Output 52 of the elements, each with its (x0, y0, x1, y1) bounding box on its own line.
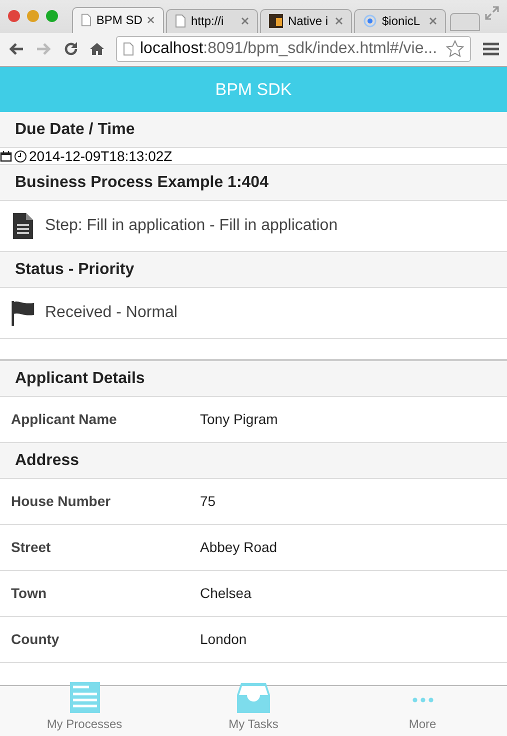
field-value: London (200, 630, 247, 649)
field-value: Abbey Road (200, 538, 278, 557)
app-logo-icon (269, 14, 283, 28)
field-value: Chelsea (200, 584, 252, 603)
close-icon[interactable] (429, 17, 437, 25)
timestamp-text: 2014-12-09T18:13:02Z (29, 146, 172, 166)
field-value: Tony Pigram (200, 410, 278, 429)
url-text: localhost:8091/bpm_sdk/index.html#/vie... (140, 39, 438, 60)
section-title: Address (15, 450, 80, 470)
close-icon[interactable] (335, 17, 343, 25)
calendar-icon (0, 150, 12, 162)
field-label: Town (11, 584, 48, 603)
list-item[interactable]: Received - Normal (0, 288, 507, 339)
document-icon (13, 213, 33, 239)
tab-bar-item[interactable]: My Processes (0, 686, 169, 736)
field-value: 75 (200, 492, 216, 511)
star-icon[interactable] (446, 40, 464, 58)
more-icon (412, 696, 434, 702)
section-title: Status - Priority (15, 260, 134, 280)
page-icon (123, 42, 134, 56)
browser-tab[interactable]: http://i (166, 8, 258, 32)
loading-icon (363, 14, 377, 28)
browser-tab[interactable]: Native i (260, 8, 352, 32)
minimize-window-button[interactable] (27, 10, 39, 22)
section-title: Applicant Details (15, 368, 145, 388)
close-window-button[interactable] (8, 10, 20, 22)
new-tab-button[interactable] (450, 12, 480, 30)
tab-bar-item[interactable]: More (338, 686, 507, 736)
flag-icon (11, 299, 35, 327)
field-label: House Number (11, 492, 112, 511)
page-icon (81, 13, 92, 27)
menu-icon[interactable] (483, 42, 499, 56)
fullscreen-icon[interactable] (485, 6, 499, 20)
browser-tab[interactable]: $ionicL (354, 8, 446, 32)
section-title: Business Process Example 1:404 (15, 172, 268, 192)
field-label: Street (11, 538, 52, 557)
reload-icon[interactable] (64, 42, 78, 56)
address-bar[interactable]: localhost:8091/bpm_sdk/index.html#/vie... (116, 36, 471, 62)
close-icon[interactable] (147, 16, 155, 24)
field-label: Applicant Name (11, 410, 118, 429)
page-icon (175, 14, 186, 28)
zoom-window-button[interactable] (46, 10, 58, 22)
back-icon[interactable] (8, 42, 24, 56)
home-icon[interactable] (90, 42, 104, 56)
section-title: Due Date / Time (15, 120, 135, 140)
header-title: BPM SDK (215, 78, 292, 101)
forward-icon[interactable] (36, 42, 52, 56)
tab-bar-item[interactable]: My Tasks (169, 686, 338, 736)
browser-tab[interactable]: BPM SD (72, 6, 164, 32)
close-icon[interactable] (241, 17, 249, 25)
clock-icon (14, 150, 27, 162)
field-label: County (11, 630, 60, 649)
